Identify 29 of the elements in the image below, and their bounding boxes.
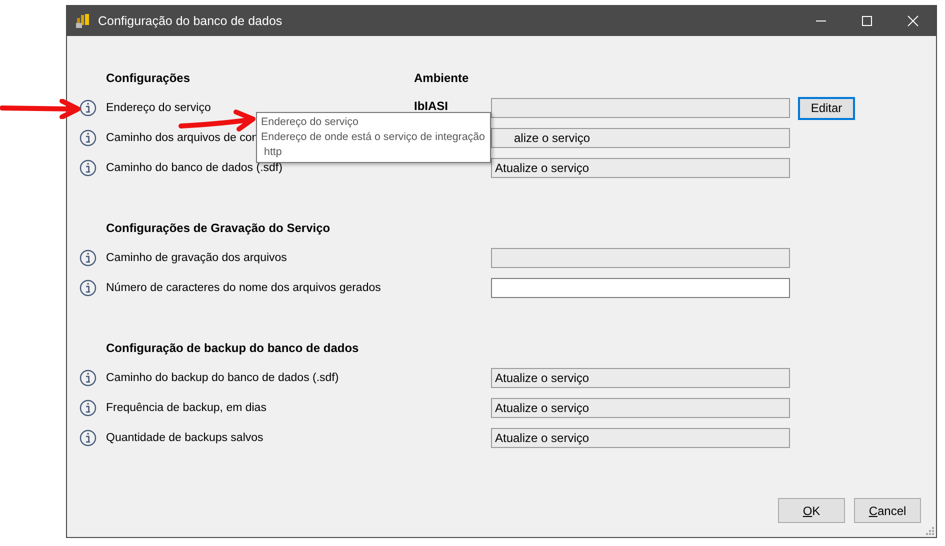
field-label: Caminho do backup do banco de dados (.sdf) bbox=[106, 372, 339, 384]
info-icon[interactable] bbox=[79, 99, 97, 117]
window-title: Configuração do banco de dados bbox=[98, 14, 284, 28]
field-label: Endereço do serviço bbox=[106, 102, 211, 114]
field-label: Quantidade de backups salvos bbox=[106, 432, 264, 444]
section-heading: Configurações bbox=[106, 71, 192, 85]
info-icon[interactable] bbox=[79, 129, 97, 147]
field-label: Número de caracteres do nome dos arquivos gerados bbox=[106, 282, 381, 294]
environment-label: IbIASI bbox=[414, 100, 448, 112]
field-label: Caminho de gravação dos arquivos bbox=[106, 252, 287, 264]
database-icon bbox=[75, 13, 91, 29]
text-field[interactable] bbox=[491, 278, 790, 298]
tooltip-title: Endereço do serviço bbox=[261, 115, 360, 130]
resize-grip-icon[interactable] bbox=[926, 527, 934, 535]
field-label: Caminho do banco de dados (.sdf) bbox=[106, 162, 282, 174]
tooltip-text: Endereço de onde está o serviço de integração bbox=[261, 130, 486, 145]
info-icon[interactable] bbox=[79, 399, 97, 417]
info-icon[interactable] bbox=[79, 429, 97, 447]
dialog-button[interactable]: OK bbox=[778, 498, 845, 523]
info-icon[interactable] bbox=[79, 279, 97, 297]
dialog-button[interactable]: Cancel bbox=[854, 498, 921, 523]
tooltip-detail: http bbox=[263, 145, 282, 160]
info-icon[interactable] bbox=[79, 249, 97, 267]
section-heading: Configurações de Gravação do Serviço bbox=[106, 221, 332, 235]
column-heading: Ambiente bbox=[414, 71, 469, 85]
info-icon[interactable] bbox=[79, 159, 97, 177]
info-icon[interactable] bbox=[79, 369, 97, 387]
field-label: Frequência de backup, em dias bbox=[106, 402, 266, 414]
section-heading: Configuração de backup do banco de dados bbox=[106, 341, 360, 355]
